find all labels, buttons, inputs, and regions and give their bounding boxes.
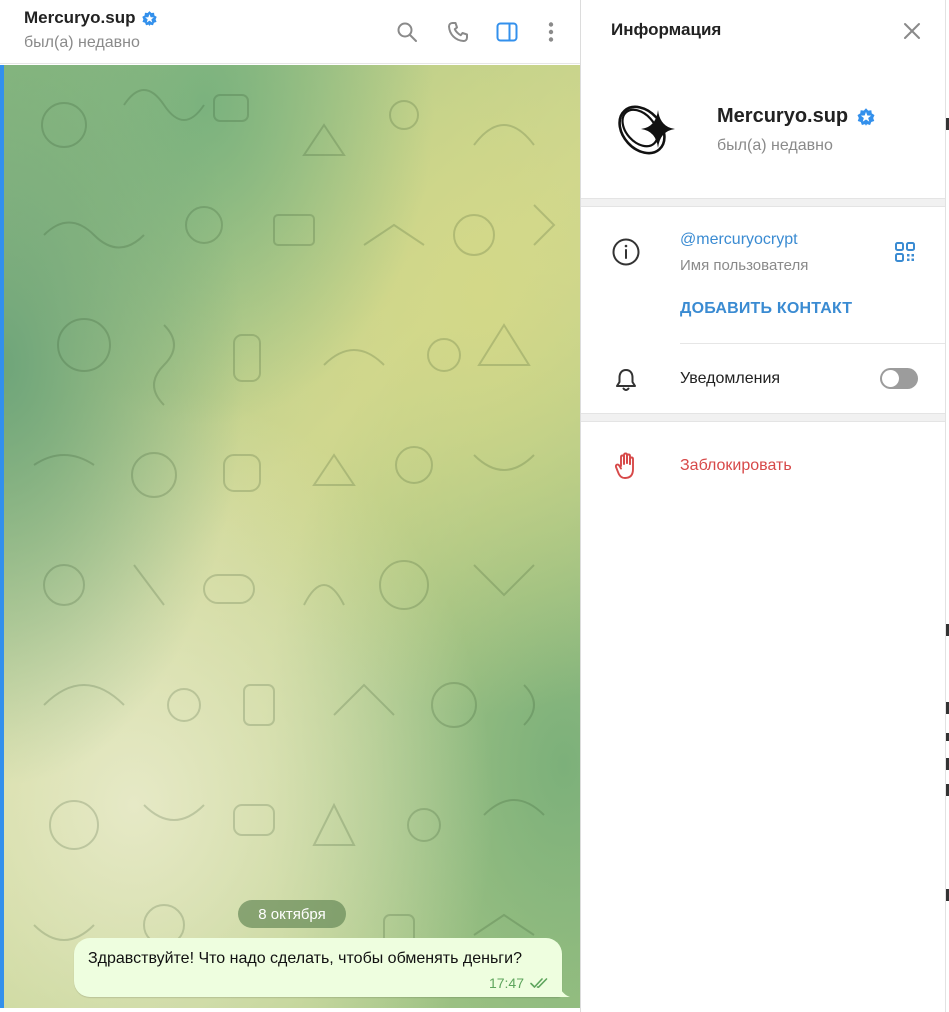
chat-pane: Mercuryo.sup был(а) недавно 8 октября Зд… [0,0,581,1012]
notifications-label: Уведомления [680,370,781,387]
verified-icon [857,107,875,126]
section-separator [581,198,945,207]
close-icon[interactable] [901,20,923,42]
add-contact-button[interactable]: ДОБАВИТЬ КОНТАКТ [680,300,852,318]
section-separator [581,413,945,422]
search-icon [397,22,417,42]
doodle-pattern [33,89,556,946]
toggle-info-button[interactable] [494,19,520,45]
message-meta: 17:47 [489,975,550,991]
date-separator: 8 октября [238,900,346,928]
row-divider [680,343,945,344]
block-user-button[interactable]: Заблокировать [680,457,792,475]
info-icon [612,238,640,266]
telegram-window: Mercuryo.sup был(а) недавно 8 октября Зд… [0,0,949,1012]
verified-icon [142,10,158,26]
search-button[interactable] [394,19,420,45]
chat-title-row[interactable]: Mercuryo.sup [24,8,158,28]
info-panel-title: Информация [611,20,722,39]
chat-background [4,65,581,1008]
sidebar-toggle-icon [496,22,518,42]
call-button[interactable] [445,19,471,45]
notifications-toggle[interactable] [880,368,918,389]
more-vertical-icon [548,22,554,42]
phone-icon [448,22,468,42]
profile-name-row: Mercuryo.sup [717,105,876,128]
toggle-knob [882,370,899,387]
username-link[interactable]: @mercuryocrypt [680,231,798,249]
username-label: Имя пользователя [680,257,809,274]
profile-name: Mercuryo.sup [717,105,849,127]
chat-header[interactable]: Mercuryo.sup был(а) недавно [0,0,581,64]
window-edge [945,0,949,1012]
block-hand-icon [614,452,634,479]
bell-icon [616,369,636,391]
more-button[interactable] [538,19,564,45]
double-check-icon [530,977,550,989]
message-bubble[interactable]: Здравствуйте! Что надо сделать, чтобы об… [74,938,562,997]
message-text: Здравствуйте! Что надо сделать, чтобы об… [88,950,522,967]
qr-code-icon[interactable] [894,241,916,263]
chat-status: был(а) недавно [24,34,140,51]
profile-status: был(а) недавно [717,137,833,154]
bubble-tail [558,983,570,997]
message-time: 17:47 [488,975,524,991]
profile-avatar[interactable] [611,94,691,174]
info-panel: Информация Mercuryo.sup был(а) недавно @… [581,0,945,1012]
chat-title[interactable]: Mercuryo.sup [24,8,135,28]
